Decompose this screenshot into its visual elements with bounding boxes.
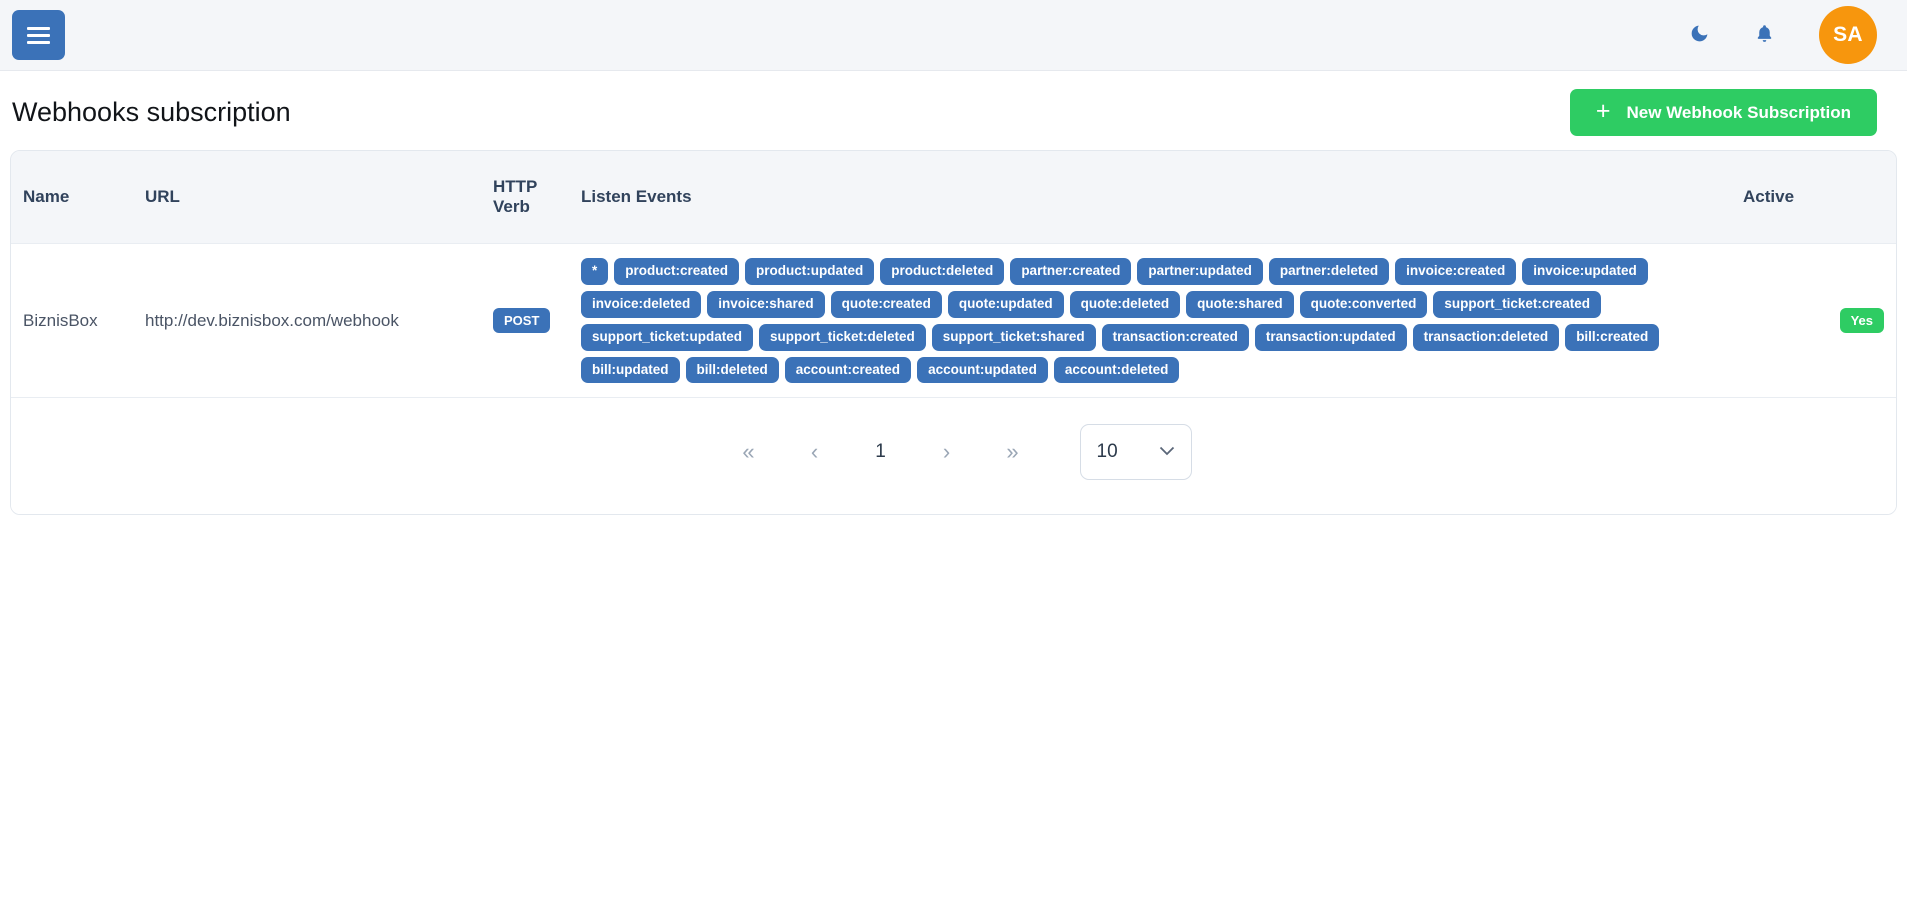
event-badge: invoice:deleted: [581, 290, 702, 318]
event-badge: product:updated: [745, 258, 875, 285]
event-badge: support_ticket:shared: [931, 323, 1096, 351]
event-badge: quote:created: [830, 290, 942, 318]
event-badge: support_ticket:updated: [581, 323, 754, 351]
event-badge: account:updated: [917, 356, 1048, 384]
event-badge: partner:deleted: [1268, 258, 1390, 285]
event-badge: product:created: [614, 258, 740, 285]
bell-icon: [1754, 23, 1775, 48]
event-badge: partner:created: [1010, 258, 1132, 285]
event-badge: support_ticket:created: [1433, 290, 1601, 318]
event-badge: *: [581, 258, 609, 285]
column-header-active[interactable]: Active: [1731, 151, 1896, 244]
dark-mode-toggle-button[interactable]: [1689, 23, 1710, 47]
moon-icon: [1689, 23, 1710, 47]
event-badge: transaction:deleted: [1412, 323, 1560, 351]
event-badge: quote:converted: [1299, 290, 1428, 318]
chevron-down-icon: [1159, 444, 1175, 460]
table-header: Name URL HTTP Verb Listen Events Active: [11, 151, 1896, 244]
event-badge: bill:updated: [581, 356, 680, 384]
cell-url: http://dev.biznisbox.com/webhook: [133, 243, 481, 399]
event-badge: support_ticket:deleted: [759, 323, 926, 351]
event-badge: invoice:updated: [1522, 258, 1648, 285]
event-badge: invoice:created: [1395, 258, 1517, 285]
hamburger-icon-line: [27, 33, 50, 37]
cell-listen-events: * product:created product:updated product:d…: [569, 243, 1731, 399]
http-verb-badge: POST: [493, 308, 551, 334]
column-header-url[interactable]: URL: [133, 151, 481, 244]
avatar[interactable]: SA: [1819, 6, 1877, 64]
page-title: Webhooks subscription: [12, 97, 291, 127]
hamburger-icon-line: [27, 26, 50, 30]
table-row[interactable]: BiznisBox http://dev.biznisbox.com/webhoo…: [11, 243, 1896, 399]
event-badge: invoice:shared: [707, 290, 825, 318]
pagination-first-button[interactable]: «: [716, 432, 782, 472]
event-badge: quote:shared: [1186, 290, 1294, 318]
new-webhook-subscription-label: New Webhook Subscription: [1626, 102, 1851, 122]
table-body: BiznisBox http://dev.biznisbox.com/webhoo…: [11, 243, 1896, 399]
notifications-button[interactable]: [1754, 23, 1775, 48]
cell-name: BiznisBox: [11, 243, 133, 399]
column-header-listen-events[interactable]: Listen Events: [569, 151, 1731, 244]
rows-per-page-value: 10: [1096, 441, 1118, 463]
webhooks-card: Name URL HTTP Verb Listen Events Active …: [10, 150, 1897, 516]
event-badge: transaction:updated: [1254, 323, 1407, 351]
column-header-name[interactable]: Name: [11, 151, 133, 244]
page-header: Webhooks subscription + New Webhook Subs…: [0, 71, 1907, 150]
topbar-actions: SA: [1689, 6, 1877, 64]
event-badge: partner:updated: [1137, 258, 1263, 285]
plus-icon: +: [1595, 97, 1611, 125]
table-header-row: Name URL HTTP Verb Listen Events Active: [11, 151, 1896, 244]
rows-per-page-select[interactable]: 10: [1079, 424, 1192, 481]
listen-events-list: * product:created product:updated product:d…: [581, 258, 1719, 384]
webhooks-table: Name URL HTTP Verb Listen Events Active …: [11, 151, 1896, 399]
event-badge: account:deleted: [1053, 356, 1180, 384]
pagination-page-1[interactable]: 1: [848, 440, 914, 464]
column-header-http-verb[interactable]: HTTP Verb: [481, 151, 569, 244]
pagination-next-button[interactable]: ›: [914, 432, 980, 472]
cell-http-verb: POST: [481, 243, 569, 399]
new-webhook-subscription-button[interactable]: + New Webhook Subscription: [1569, 89, 1877, 136]
event-badge: product:deleted: [880, 258, 1005, 285]
hamburger-icon-line: [27, 40, 50, 44]
status-badge: Yes: [1839, 308, 1884, 334]
event-badge: account:created: [784, 356, 912, 384]
event-badge: bill:created: [1565, 323, 1660, 351]
event-badge: quote:deleted: [1069, 290, 1181, 318]
event-badge: quote:updated: [947, 290, 1064, 318]
event-badge: transaction:created: [1101, 323, 1249, 351]
pagination-last-button[interactable]: »: [980, 432, 1046, 472]
event-badge: bill:deleted: [685, 356, 779, 384]
pagination: « ‹ 1 › » 10: [11, 398, 1896, 515]
cell-active: Yes: [1731, 243, 1896, 399]
top-navigation-bar: SA: [0, 0, 1907, 71]
hamburger-menu-button[interactable]: [12, 10, 65, 60]
pagination-prev-button[interactable]: ‹: [782, 432, 848, 472]
